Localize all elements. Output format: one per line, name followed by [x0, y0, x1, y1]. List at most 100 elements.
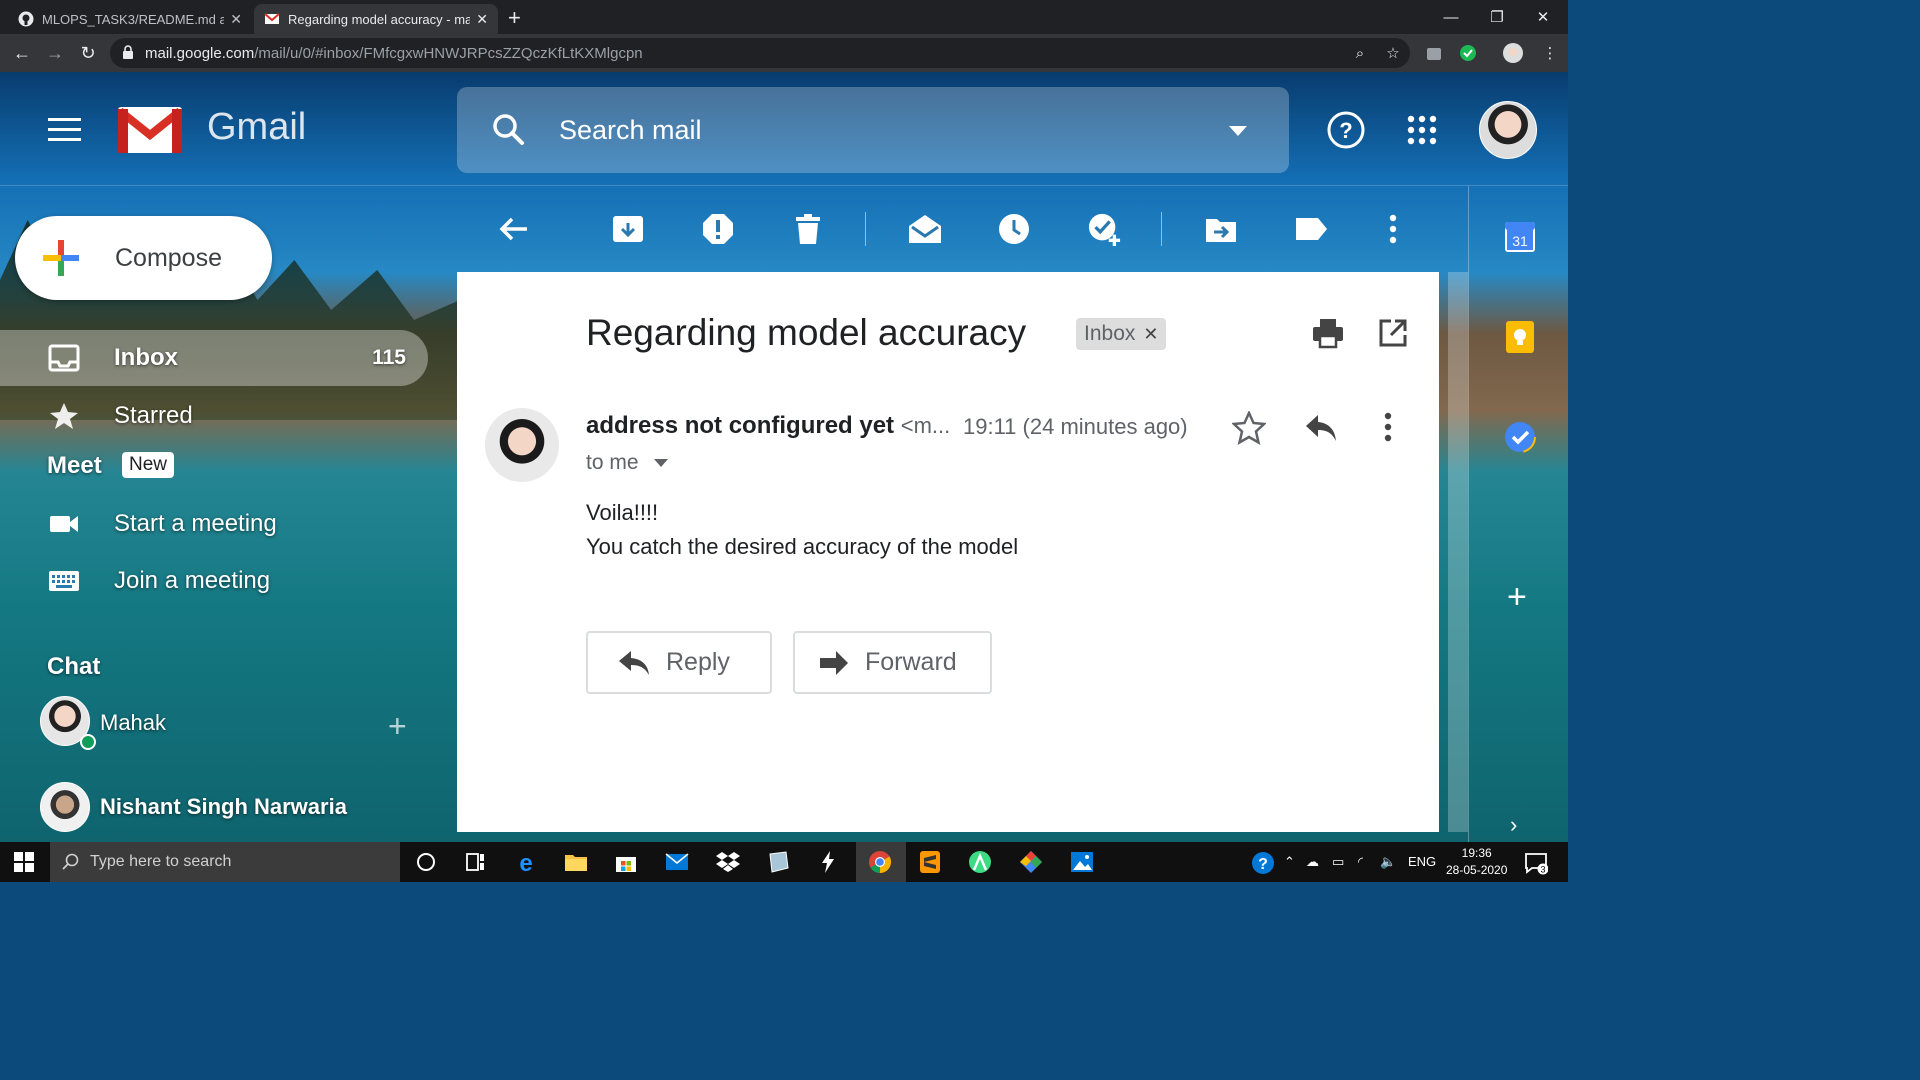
sender-line: address not configured yet <m... — [586, 412, 950, 440]
add-to-tasks-icon[interactable] — [1087, 212, 1121, 246]
reply-icon[interactable] — [1305, 413, 1337, 443]
zoom-icon[interactable]: ⌕ — [1350, 43, 1370, 63]
more-options-icon[interactable] — [1376, 212, 1410, 246]
new-tab-icon[interactable]: + — [508, 5, 521, 31]
online-status-dot — [80, 734, 96, 750]
close-tab-icon[interactable]: ✕ — [230, 11, 242, 28]
search-bar[interactable]: Search mail — [457, 87, 1289, 173]
report-spam-icon[interactable] — [701, 212, 735, 246]
video-camera-icon — [50, 516, 78, 532]
edge-icon[interactable]: e — [514, 850, 538, 874]
remove-label-icon[interactable]: ✕ — [1143, 324, 1158, 345]
print-icon[interactable] — [1312, 317, 1344, 349]
snooze-clock-icon[interactable] — [997, 212, 1031, 246]
volume-icon[interactable]: 🔈 — [1380, 854, 1396, 870]
taskbar-search[interactable]: Type here to search — [50, 842, 400, 882]
inbox-label-chip[interactable]: Inbox ✕ — [1076, 318, 1167, 350]
git-app-icon[interactable] — [1019, 850, 1043, 874]
notification-count: 3 — [1540, 865, 1545, 875]
forward-icon[interactable]: → — [43, 41, 67, 65]
battery-icon[interactable]: ▭ — [1332, 854, 1344, 870]
join-meeting-item[interactable]: Join a meeting — [0, 553, 428, 609]
system-clock[interactable]: 19:36 28-05-2020 — [1446, 845, 1507, 879]
extension-icon[interactable] — [1424, 43, 1444, 63]
start-meeting-item[interactable]: Start a meeting — [0, 496, 428, 552]
task-view-icon[interactable] — [464, 850, 488, 874]
minimize-icon[interactable]: — — [1428, 0, 1474, 34]
open-in-new-window-icon[interactable] — [1378, 318, 1408, 348]
url-field[interactable]: mail.google.com/mail/u/0/#inbox/FMfcgxwH… — [110, 38, 1410, 68]
compose-plus-icon — [43, 240, 79, 276]
show-hidden-icons-icon[interactable]: ⌃ — [1284, 854, 1295, 870]
chrome-icon[interactable] — [868, 850, 892, 874]
back-icon[interactable]: ← — [10, 41, 34, 65]
chat-avatar[interactable] — [40, 782, 90, 832]
sender-avatar[interactable] — [485, 408, 559, 482]
wifi-icon[interactable]: ◜ — [1358, 854, 1363, 870]
cortana-icon[interactable] — [414, 850, 438, 874]
sublime-text-icon[interactable] — [918, 850, 942, 874]
main-menu-icon[interactable] — [48, 118, 81, 142]
terminal-bolt-icon[interactable] — [816, 850, 840, 874]
gmail-logo-icon[interactable] — [116, 105, 184, 155]
language-indicator[interactable]: ENG — [1408, 854, 1436, 869]
search-input[interactable]: Search mail — [559, 115, 702, 146]
inbox-count: 115 — [372, 346, 406, 369]
search-icon[interactable] — [491, 112, 525, 146]
calendar-day-text: 31 — [1512, 233, 1528, 249]
taskbar-search-input[interactable]: Type here to search — [90, 853, 231, 871]
message-more-icon[interactable] — [1383, 412, 1393, 442]
action-center-icon[interactable]: 3 — [1524, 851, 1548, 875]
photos-icon[interactable] — [1070, 850, 1094, 874]
android-studio-icon[interactable] — [968, 850, 992, 874]
forward-button[interactable]: Forward — [793, 631, 992, 694]
profile-avatar[interactable] — [1503, 43, 1523, 63]
account-avatar[interactable] — [1479, 101, 1537, 159]
back-to-inbox-icon[interactable] — [497, 212, 531, 246]
keep-icon[interactable] — [1504, 321, 1536, 353]
file-explorer-icon[interactable] — [564, 850, 588, 874]
delete-icon[interactable] — [791, 212, 825, 246]
microsoft-store-icon[interactable] — [614, 850, 638, 874]
mark-unread-icon[interactable] — [908, 212, 942, 246]
help-icon[interactable]: ? — [1327, 111, 1365, 149]
virtualbox-icon[interactable] — [766, 850, 790, 874]
browser-menu-icon[interactable]: ⋮ — [1540, 43, 1560, 63]
label-icon[interactable] — [1294, 212, 1328, 246]
dropbox-icon[interactable] — [716, 850, 740, 874]
show-details-icon[interactable] — [654, 459, 668, 467]
reply-button[interactable]: Reply — [586, 631, 772, 694]
archive-icon[interactable] — [611, 212, 645, 246]
help-tray-icon[interactable]: ? — [1251, 851, 1275, 875]
calendar-icon[interactable]: 31 — [1504, 221, 1536, 253]
browser-tab-gmail[interactable]: Regarding model accuracy - mah ✕ — [254, 4, 498, 34]
sidebar-item-starred[interactable]: Starred — [0, 388, 428, 444]
browser-tab-github[interactable]: MLOPS_TASK3/README.md at m ✕ — [8, 4, 252, 34]
mail-app-icon[interactable] — [665, 850, 689, 874]
compose-button[interactable]: Compose — [15, 216, 272, 300]
get-addons-icon[interactable]: + — [1507, 578, 1527, 617]
onedrive-icon[interactable]: ☁ — [1306, 854, 1319, 870]
chat-contact-name[interactable]: Nishant Singh Narwaria — [100, 794, 347, 820]
keyboard-icon — [49, 571, 79, 591]
chat-contact-name[interactable]: Mahak — [100, 710, 166, 736]
reply-icon — [619, 650, 649, 675]
recipient-line[interactable]: to me — [586, 451, 639, 475]
new-chat-icon[interactable]: + — [388, 708, 407, 745]
google-apps-icon[interactable] — [1406, 114, 1438, 146]
hide-side-panel-icon[interactable]: › — [1510, 812, 1517, 838]
star-outline-icon[interactable] — [1232, 411, 1266, 445]
move-to-icon[interactable] — [1204, 212, 1238, 246]
close-window-icon[interactable]: ✕ — [1520, 0, 1566, 34]
windows-start-icon[interactable] — [14, 852, 34, 872]
email-timestamp: 19:11 (24 minutes ago) — [963, 414, 1188, 439]
close-tab-icon[interactable]: ✕ — [476, 11, 488, 28]
bookmark-star-icon[interactable]: ☆ — [1383, 43, 1403, 63]
restore-icon[interactable]: ❐ — [1474, 0, 1520, 34]
tasks-icon[interactable] — [1504, 421, 1536, 453]
reload-icon[interactable]: ↻ — [76, 41, 100, 65]
email-scrollbar[interactable] — [1448, 272, 1468, 832]
shield-extension-icon[interactable] — [1458, 43, 1478, 63]
sidebar-item-inbox[interactable]: Inbox 115 — [0, 330, 428, 386]
search-options-icon[interactable] — [1229, 126, 1247, 136]
